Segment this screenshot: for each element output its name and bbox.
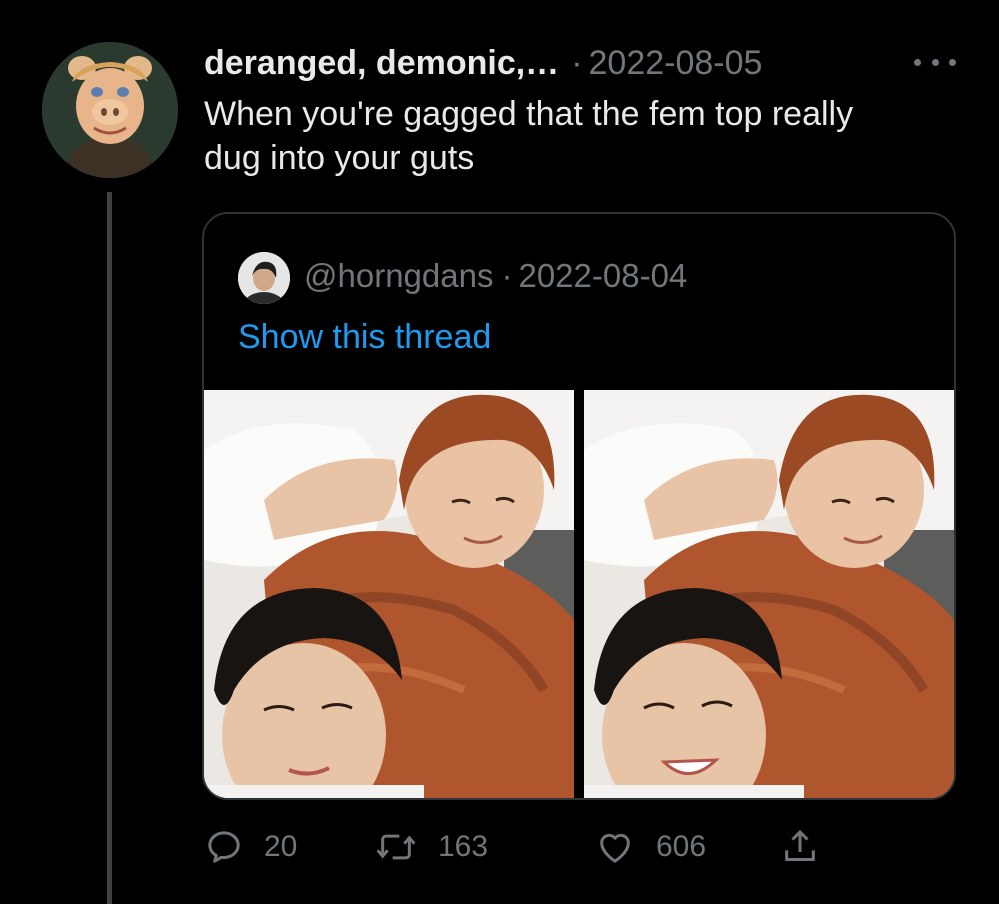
tweet-header: deranged, demonic,… · 2022-08-05 — [204, 38, 762, 88]
tweet-text: When you're gagged that the fem top real… — [204, 95, 854, 177]
user-portrait-avatar — [238, 252, 290, 304]
heart-icon — [600, 833, 630, 863]
share-button[interactable] — [780, 822, 820, 872]
tweet-date[interactable]: 2022-08-05 — [589, 44, 763, 83]
quoted-header-separator: · — [501, 257, 513, 294]
tweet[interactable]: deranged, demonic,… · 2022-08-05 When yo… — [0, 0, 999, 904]
thread-connector-line — [107, 192, 112, 904]
retweet-count: 163 — [438, 830, 489, 863]
selfie-photo-1[interactable] — [204, 390, 574, 798]
more-dot — [949, 58, 956, 66]
share-icon — [785, 829, 815, 861]
more-options-button[interactable] — [914, 52, 956, 72]
quoted-media-grid — [204, 390, 954, 798]
like-count: 606 — [656, 830, 707, 863]
reply-icon — [208, 831, 240, 863]
reply-button[interactable]: 20 — [204, 822, 297, 872]
photo-image — [584, 390, 954, 798]
more-horizontal-icon — [914, 58, 921, 66]
quoted-author-avatar[interactable] — [238, 252, 290, 304]
more-dot — [931, 58, 939, 66]
like-button[interactable]: 606 — [594, 822, 706, 872]
retweet-button[interactable]: 163 — [374, 822, 488, 872]
photo-image — [204, 390, 574, 798]
show-this-thread-link[interactable]: Show this thread — [238, 318, 491, 357]
quoted-tweet-header: @horngdans · 2022-08-04 — [304, 254, 687, 298]
quoted-author-handle[interactable]: @horngdans — [304, 257, 493, 295]
header-separator: · — [571, 43, 583, 82]
reply-count: 20 — [264, 830, 298, 863]
retweet-icon — [376, 834, 416, 860]
selfie-photo-2[interactable] — [584, 390, 954, 798]
quoted-tweet-date[interactable]: 2022-08-04 — [518, 257, 687, 295]
author-display-name[interactable]: deranged, demonic,… — [204, 44, 559, 83]
quoted-tweet-card[interactable]: @horngdans · 2022-08-04 Show this thread — [202, 212, 956, 800]
tweet-actions-bar: 20 163 606 — [204, 822, 864, 872]
muppet-portrait-avatar — [42, 42, 178, 178]
author-avatar[interactable] — [42, 42, 178, 178]
